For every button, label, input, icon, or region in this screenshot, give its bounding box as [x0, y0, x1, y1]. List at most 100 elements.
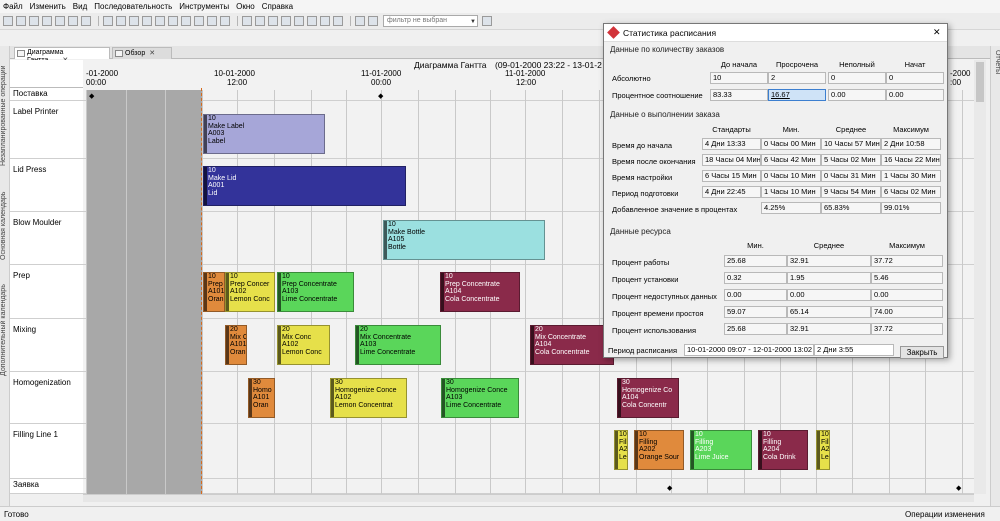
refresh-icon[interactable] [320, 16, 330, 26]
zoom-out-icon[interactable] [207, 16, 217, 26]
operation-bar[interactable]: 10 Make Lid A001 Lid [203, 166, 406, 206]
filter-select[interactable]: фильтр не выбран ▼ [383, 15, 478, 27]
print-icon[interactable] [42, 16, 52, 26]
menu-sequence[interactable]: Последовательность [94, 2, 172, 11]
dialog-title-bar[interactable]: Статистика расписания ✕ [604, 24, 947, 42]
timeline-date: -2000 [950, 69, 971, 78]
execution-cell: 4.25% [761, 202, 821, 214]
new-icon[interactable] [3, 16, 13, 26]
milestone-icon[interactable]: ◆ [378, 92, 383, 100]
undo-icon[interactable] [68, 16, 78, 26]
operation-bar[interactable]: 10 Prep Concer A102 Lemon Conc [225, 272, 275, 312]
milestone-icon[interactable]: ◆ [667, 484, 672, 492]
move-up-icon[interactable] [268, 16, 278, 26]
vertical-scrollbar[interactable] [974, 60, 986, 494]
operation-bar-text: 20 [535, 326, 543, 333]
filter-clear-icon[interactable] [368, 16, 378, 26]
side-tab-unscheduled[interactable]: Незапланированные операции [0, 50, 10, 166]
operation-bar-text: Homogenize Conce [335, 386, 397, 394]
menu-file[interactable]: Файл [3, 2, 23, 11]
move-down-icon[interactable] [281, 16, 291, 26]
orders-cell: 0.00 [886, 89, 944, 101]
operation-bar[interactable]: 10 Prep Concentrate A104 Cola Concentrate [440, 272, 520, 312]
milestone-icon[interactable]: ◆ [956, 484, 961, 492]
close-icon[interactable]: ✕ [933, 27, 941, 38]
align-left-icon[interactable] [242, 16, 252, 26]
operation-bar[interactable]: 10 Prep Concentrate A103 Lime Concentrate [277, 272, 354, 312]
open-icon[interactable] [16, 16, 26, 26]
operation-bar[interactable]: 30 Homogenize Conce A102 Lemon Concentrat [330, 378, 407, 418]
horizontal-scrollbar[interactable] [83, 494, 974, 502]
operation-bar[interactable]: 30 Homogenize Co A104 Cola Concentr [617, 378, 679, 418]
operation-bar[interactable]: 10 Filling A204 Cola Drink [758, 430, 808, 470]
execution-col-header: Стандарты [712, 125, 751, 134]
operation-bar[interactable]: 10 Prep A101 Oran [203, 272, 225, 312]
calendar-icon[interactable] [168, 16, 178, 26]
orders-row-label: Абсолютно [612, 74, 651, 83]
menu-window[interactable]: Окно [236, 2, 255, 11]
operation-bar[interactable]: 20 Mix Concentrate A104 Cola Concentrate [530, 325, 614, 365]
side-tab-extra-calendar[interactable]: Дополнительный календарь [0, 264, 10, 376]
operation-bar[interactable]: 10 Filling A202 Orange Sour [634, 430, 684, 470]
toolbar-separator [98, 16, 99, 26]
execution-cell: 1 Часы 10 Мин [761, 186, 821, 198]
operation-bar[interactable]: 20 Mix Conc A102 Lemon Conc [277, 325, 330, 365]
vertical-scroll-thumb[interactable] [976, 62, 984, 102]
orders-section-title: Данные по количеству заказов [610, 45, 725, 54]
grid-icon[interactable] [103, 16, 113, 26]
operation-bar-text: Mix C [230, 333, 247, 341]
filter-funnel-icon[interactable] [355, 16, 365, 26]
operation-bar[interactable]: 10 Make Label A003 Label [203, 114, 325, 154]
table-icon[interactable] [116, 16, 126, 26]
operation-bar-text: 10 [282, 273, 290, 280]
operation-bar-text: 10 [821, 431, 829, 438]
menu-view[interactable]: Вид [73, 2, 87, 11]
resource-icon[interactable] [181, 16, 191, 26]
sequence-icon[interactable] [142, 16, 152, 26]
operation-bar-text: A103 [446, 394, 463, 402]
milestone-icon[interactable]: ◆ [89, 92, 94, 100]
operation-bar[interactable]: 10 Make Bottle A105 Bottle [383, 220, 545, 260]
resource-header [10, 60, 83, 88]
align-right-icon[interactable] [255, 16, 265, 26]
menu-edit[interactable]: Изменить [30, 2, 66, 11]
side-tab-main-calendar[interactable]: Основная календарь [0, 170, 10, 260]
operation-bar[interactable]: 20 Mix Concentrate A103 Lime Concentrate [355, 325, 441, 365]
menu-help[interactable]: Справка [262, 2, 293, 11]
close-button[interactable]: Закрыть [900, 346, 944, 359]
stats-icon[interactable] [333, 16, 343, 26]
menu-tools[interactable]: Инструменты [179, 2, 229, 11]
settings-icon[interactable] [220, 16, 230, 26]
tab-gantt[interactable]: Диаграмма Гантта✕ [14, 47, 110, 64]
app-icon [607, 26, 620, 39]
operation-bar-text: 30 [335, 379, 343, 386]
operation-bar-text: Filling [639, 438, 658, 446]
resource-section-title: Данные ресурса [610, 227, 671, 236]
filter-edit-icon[interactable] [482, 16, 492, 26]
operation-bar-text: A101 [230, 341, 247, 349]
timeline-time: 00:00 [86, 78, 107, 87]
operation-bar-text: A2 [619, 446, 628, 454]
operation-bar[interactable]: 10FillingA2Le [614, 430, 628, 470]
check-icon[interactable] [55, 16, 65, 26]
operation-bar[interactable]: 30 Homo A101 Oran [248, 378, 275, 418]
timeline-date: 10-01-2000 [214, 69, 255, 78]
orders-col-header: Начат [904, 60, 926, 69]
side-tab-reports[interactable]: Отчеты [991, 50, 1000, 90]
operation-bar[interactable]: 30 Homogenize Conce A103 Lime Concentrate [441, 378, 519, 418]
tab-overview[interactable]: Обзор ✕ [112, 47, 172, 59]
close-icon[interactable]: ✕ [149, 50, 155, 57]
operation-bar[interactable]: 10 Filling A203 Lime Juice [690, 430, 752, 470]
resource-cell: 32.91 [787, 323, 871, 335]
unlock-icon[interactable] [307, 16, 317, 26]
chart-icon[interactable] [155, 16, 165, 26]
list-icon[interactable] [129, 16, 139, 26]
operation-bar[interactable]: 20 Mix C A101 Oran [225, 325, 247, 365]
grid-line [962, 90, 963, 494]
timeline-time: :00 [950, 78, 962, 87]
zoom-in-icon[interactable] [194, 16, 204, 26]
redo-icon[interactable] [81, 16, 91, 26]
lock-icon[interactable] [294, 16, 304, 26]
save-icon[interactable] [29, 16, 39, 26]
operation-bar[interactable]: 10FilliA2Le [816, 430, 830, 470]
